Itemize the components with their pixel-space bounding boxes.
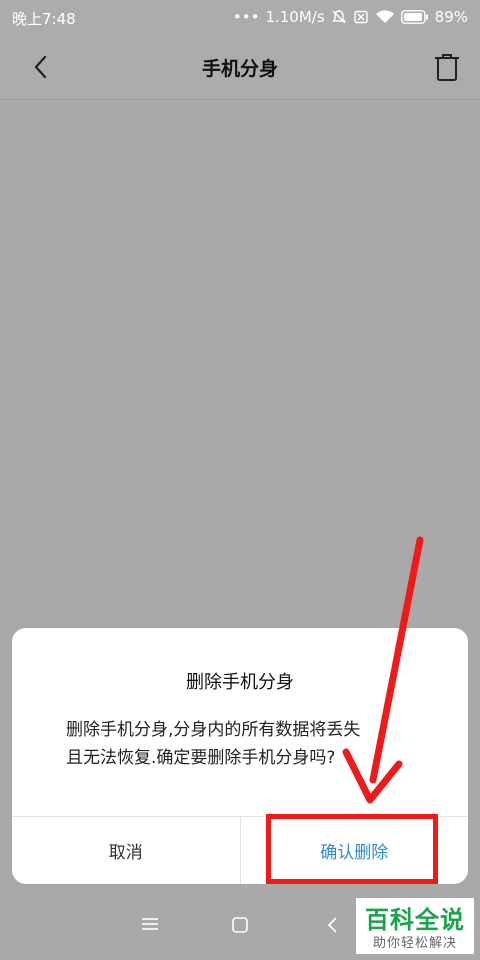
dialog-message: 删除手机分身,分身内的所有数据将丢失 且无法恢复.确定要删除手机分身吗? xyxy=(66,716,428,772)
title-bar: 手机分身 xyxy=(0,34,480,100)
dialog-message-line: 删除手机分身,分身内的所有数据将丢失 xyxy=(66,720,361,740)
page-title: 手机分身 xyxy=(201,58,278,80)
highlight-box xyxy=(266,814,438,884)
no-sim-icon xyxy=(353,9,369,25)
alarm-off-icon xyxy=(331,9,347,25)
cancel-button[interactable]: 取消 xyxy=(12,817,241,884)
trash-icon[interactable] xyxy=(432,51,462,83)
wifi-icon xyxy=(375,9,395,25)
network-speed: 1.10M/s xyxy=(265,8,325,26)
dialog-message-line: 且无法恢复.确定要删除手机分身吗? xyxy=(66,748,336,768)
watermark: 百科全说 助你轻松解决 xyxy=(356,898,474,954)
watermark-slogan: 助你轻松解决 xyxy=(372,936,457,951)
status-bar: 晚上7:48 ••• 1.10M/s 89% xyxy=(0,0,480,34)
back-icon[interactable] xyxy=(326,916,340,938)
menu-icon[interactable] xyxy=(140,916,160,936)
watermark-logo: 百科全说 xyxy=(365,906,465,934)
home-icon[interactable] xyxy=(231,916,249,938)
status-time: 晚上7:48 xyxy=(12,10,76,28)
battery-level: 89% xyxy=(434,8,468,26)
status-dots: ••• xyxy=(232,8,260,26)
dialog-title: 删除手机分身 xyxy=(186,672,294,693)
battery-icon xyxy=(400,10,429,24)
status-icons: ••• 1.10M/s 89% xyxy=(233,8,468,26)
